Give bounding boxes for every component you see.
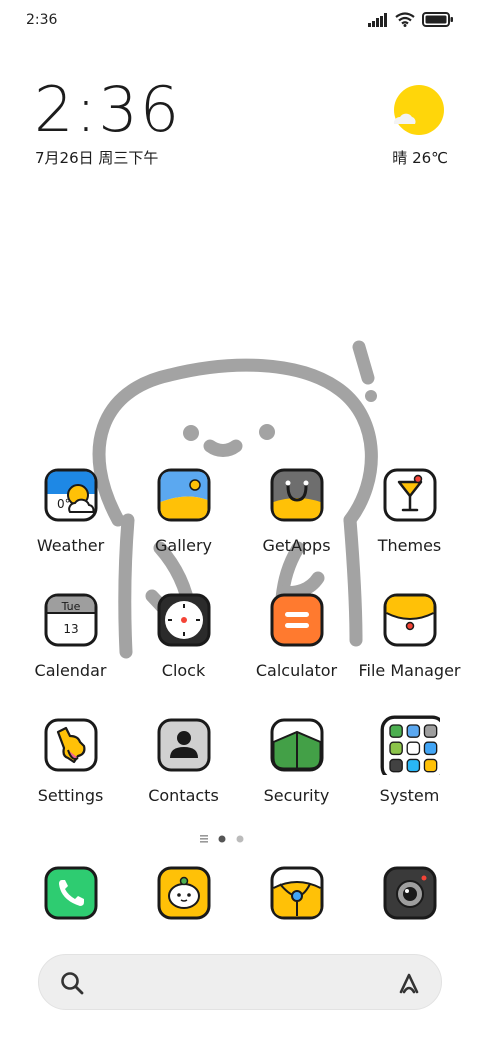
status-bar: 2:36 — [0, 0, 480, 40]
contacts-app-icon — [157, 718, 211, 772]
themes-app-icon — [383, 468, 437, 522]
browser-app-icon[interactable] — [270, 866, 324, 920]
app-calculator[interactable]: Calculator — [240, 593, 353, 703]
file-manager-app-icon — [383, 593, 437, 647]
home-screen: 2:36 2:36 7月26日 周三下午 晴 26℃ 0° Weather Ga… — [0, 0, 480, 1040]
widget-date: 7月26日 周三下午 — [35, 149, 159, 167]
app-getapps[interactable]: GetApps — [240, 468, 353, 578]
app-label: Gallery — [155, 536, 212, 555]
getapps-app-icon — [270, 468, 324, 522]
search-icon[interactable] — [59, 970, 85, 996]
app-label: Weather — [36, 536, 105, 555]
app-label: File Manager — [358, 661, 461, 680]
battery-icon — [422, 12, 453, 27]
app-settings[interactable]: Settings — [14, 718, 127, 828]
app-label: Calculator — [255, 661, 338, 680]
sun-with-cloud-icon — [393, 85, 444, 135]
app-clock[interactable]: Clock — [127, 593, 240, 703]
page-dot-active[interactable] — [218, 835, 226, 843]
messages-app-icon[interactable] — [157, 866, 211, 920]
widget-time: 2:36 — [34, 73, 182, 146]
menu-lines-icon — [200, 835, 208, 843]
app-label: Calendar — [34, 661, 107, 680]
svg-text:0°: 0° — [57, 497, 71, 511]
folder-system[interactable]: System — [353, 715, 466, 828]
camera-app-icon[interactable] — [383, 866, 437, 920]
app-calendar[interactable]: Tue 13 Calendar — [14, 593, 127, 703]
settings-app-icon — [44, 718, 98, 772]
app-label: System — [379, 786, 440, 805]
weather-widget[interactable]: 晴 26℃ — [380, 84, 450, 174]
app-security[interactable]: Security — [240, 718, 353, 828]
gallery-app-icon — [157, 468, 211, 522]
calendar-date: 13 — [63, 622, 78, 636]
search-input[interactable] — [99, 967, 383, 999]
app-label: GetApps — [262, 536, 331, 555]
phone-app-icon[interactable] — [44, 866, 98, 920]
app-label: Security — [263, 786, 330, 805]
page-indicator[interactable] — [0, 830, 480, 843]
app-label: Clock — [161, 661, 206, 680]
app-contacts[interactable]: Contacts — [127, 718, 240, 828]
app-gallery[interactable]: Gallery — [127, 468, 240, 578]
app-label: Settings — [37, 786, 104, 805]
assistant-icon[interactable] — [395, 969, 423, 997]
app-label: Themes — [377, 536, 442, 555]
app-file-manager[interactable]: File Manager — [353, 593, 466, 703]
status-time: 2:36 — [26, 12, 58, 28]
search-bar[interactable] — [38, 954, 442, 1010]
page-dot[interactable] — [236, 835, 244, 843]
signal-icon — [368, 12, 387, 27]
weather-condition-temp: 晴 26℃ — [392, 149, 448, 167]
clock-app-icon — [157, 593, 211, 647]
app-weather[interactable]: 0° Weather — [14, 468, 127, 578]
security-app-icon — [270, 718, 324, 772]
calendar-day: Tue — [61, 600, 81, 613]
calculator-app-icon — [270, 593, 324, 647]
system-folder-icon — [380, 715, 440, 775]
app-themes[interactable]: Themes — [353, 468, 466, 578]
status-icons — [368, 12, 454, 27]
clock-widget[interactable]: 2:36 7月26日 周三下午 — [34, 78, 274, 173]
weather-app-icon: 0° — [44, 468, 98, 522]
app-label: Contacts — [148, 786, 219, 805]
calendar-app-icon: Tue 13 — [44, 593, 98, 647]
wifi-icon — [395, 12, 415, 27]
